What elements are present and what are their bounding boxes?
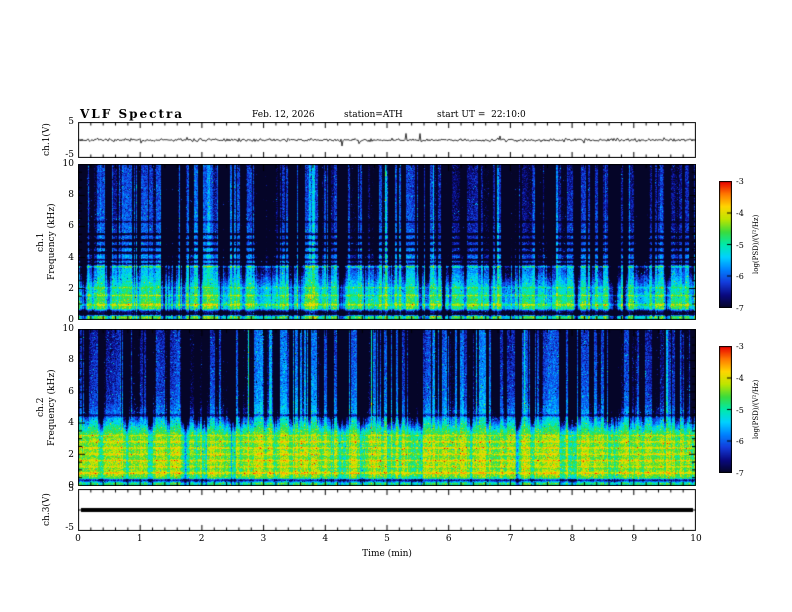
x-tick-label: 4 xyxy=(322,534,329,544)
waveform-ymax-tick: 5 xyxy=(68,117,74,127)
ch1-voltage-axis-label: ch.1(V) xyxy=(42,123,52,157)
colorbar1-tick-label: -6 xyxy=(736,272,744,282)
colorbar-spec2 xyxy=(719,346,732,473)
colorbar2-label: log(PSD)/(V²/Hz) xyxy=(752,379,760,440)
colorbar2-tick-label: -7 xyxy=(736,469,744,478)
time-axis-label: Time (min) xyxy=(362,549,412,559)
ch3-voltage-axis-label: ch.3(V) xyxy=(42,493,52,527)
plot-station: station=ATH xyxy=(344,110,403,120)
spec2-y-tick-label: 0 xyxy=(68,481,74,491)
colorbar2-tick-label: -4 xyxy=(736,373,744,383)
ch1-spectrogram xyxy=(78,164,696,320)
spec2-frequency-axis-label: Frequency (kHz) xyxy=(47,369,57,446)
spec1-y-tick-label: 6 xyxy=(68,221,74,232)
x-tick-label: 7 xyxy=(507,534,514,544)
ch1-waveform-plot xyxy=(78,122,696,158)
x-tick-label: 5 xyxy=(384,534,390,544)
colorbar2-tick-label: -6 xyxy=(736,437,744,447)
ch3-ymin-tick: -5 xyxy=(65,523,74,533)
colorbar1-tick-label: -5 xyxy=(736,240,744,250)
spec2-channel-label: ch.2 xyxy=(36,397,46,418)
plot-date: Feb. 12, 2026 xyxy=(252,110,315,120)
colorbar1-tick-label: -4 xyxy=(736,208,744,218)
colorbar1-label: log(PSD)/(V²/Hz) xyxy=(752,214,760,275)
spec1-y-tick-label: 2 xyxy=(68,283,74,294)
spec2-y-tick-label: 8 xyxy=(68,355,74,366)
colorbar2-tick-label: -5 xyxy=(736,405,744,415)
spec1-y-tick-label: 8 xyxy=(68,190,74,201)
x-tick-label: 3 xyxy=(260,534,267,544)
spec2-y-tick-label: 10 xyxy=(62,324,74,334)
ch3-flatline-plot xyxy=(78,489,696,531)
plot-start-ut: start UT = 22:10:0 xyxy=(437,110,526,120)
spec1-channel-label: ch.1 xyxy=(36,232,46,252)
x-tick-label: 8 xyxy=(569,534,576,544)
x-tick-label: 6 xyxy=(445,534,452,544)
plot-title: VLF Spectra xyxy=(80,107,185,121)
colorbar-spec1 xyxy=(719,181,732,308)
spec1-y-tick-label: 4 xyxy=(68,252,74,263)
x-tick-label: 9 xyxy=(631,534,638,544)
spec2-y-tick-label: 6 xyxy=(68,386,74,397)
spec1-frequency-axis-label: Frequency (kHz) xyxy=(47,203,57,281)
spec2-y-tick-label: 2 xyxy=(68,449,74,460)
colorbar2-tick-label: -3 xyxy=(736,342,744,351)
spec1-y-tick-label: 10 xyxy=(62,159,74,169)
vlf-spectra-figure: VLF Spectra Feb. 12, 2026 station=ATH st… xyxy=(0,0,792,612)
colorbar1-tick-label: -7 xyxy=(736,304,744,313)
x-tick-label: 2 xyxy=(198,534,205,544)
x-tick-label: 1 xyxy=(136,534,143,544)
x-tick-label: 0 xyxy=(75,534,81,544)
colorbar1-tick-label: -3 xyxy=(736,177,744,186)
spec2-y-tick-label: 4 xyxy=(68,418,74,429)
x-tick-label: 10 xyxy=(690,534,702,544)
ch2-spectrogram xyxy=(78,329,696,486)
